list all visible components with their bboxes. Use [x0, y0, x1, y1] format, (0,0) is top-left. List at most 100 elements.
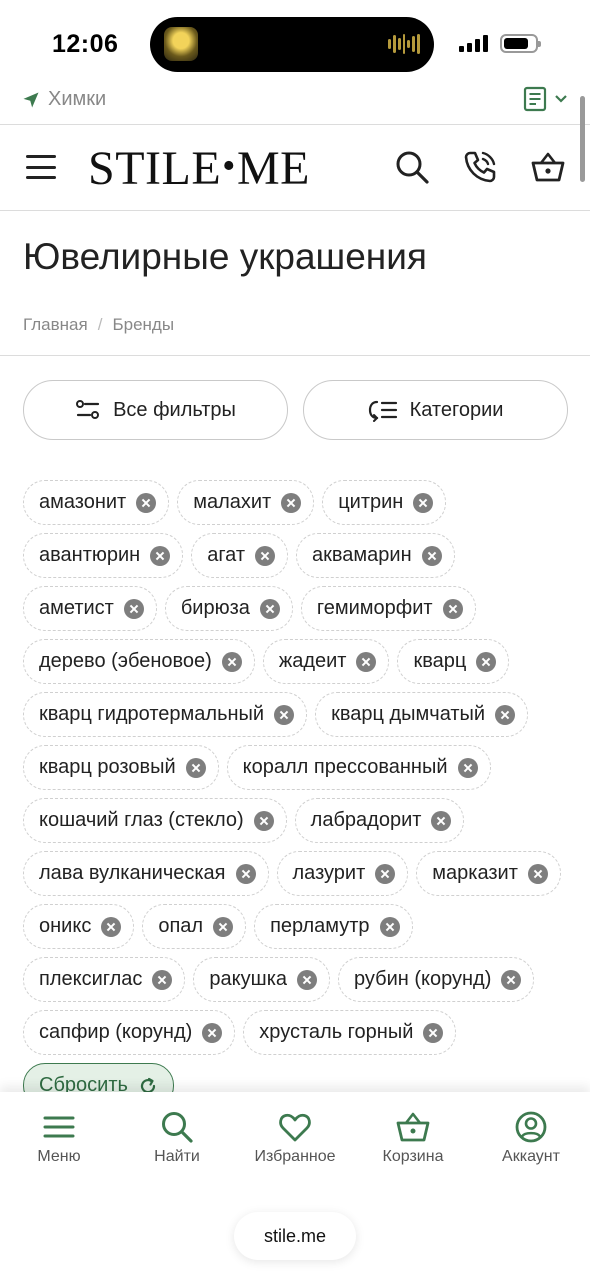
breadcrumb-brands-link[interactable]: Бренды: [112, 315, 174, 335]
remove-filter-icon[interactable]: [281, 492, 302, 513]
filter-chip[interactable]: коралл прессованный: [226, 745, 491, 790]
categories-button[interactable]: Категории: [303, 380, 568, 440]
remove-filter-icon[interactable]: [213, 916, 234, 937]
filter-chip[interactable]: перламутр: [254, 904, 413, 949]
remove-filter-icon[interactable]: [421, 545, 442, 566]
remove-filter-icon[interactable]: [297, 969, 317, 990]
filter-chip[interactable]: кварц розовый: [23, 745, 219, 790]
filter-chip[interactable]: рубин (корунд): [338, 957, 535, 1002]
site-logo[interactable]: STILE•ME: [88, 141, 310, 196]
remove-filter-icon[interactable]: [356, 651, 377, 672]
filter-chip-label: бирюза: [180, 597, 250, 619]
all-filters-label: Все фильтры: [113, 398, 236, 421]
location-selector[interactable]: Химки: [22, 88, 106, 111]
bottom-navigation: Меню Найти Избранное Корзина Аккаунт sti…: [0, 1092, 590, 1280]
filter-chip[interactable]: оникс: [23, 904, 135, 949]
filter-chip[interactable]: лазурит: [276, 851, 409, 896]
remove-filter-icon[interactable]: [202, 1022, 223, 1043]
nav-cart[interactable]: Корзина: [354, 1110, 472, 1166]
nav-account[interactable]: Аккаунт: [472, 1110, 590, 1166]
remove-filter-icon[interactable]: [136, 492, 157, 513]
remove-filter-icon[interactable]: [442, 598, 463, 619]
filter-chip[interactable]: плексиглас: [23, 957, 186, 1002]
filter-chip-label: лабрадорит: [310, 809, 422, 831]
phone-call-icon[interactable]: [462, 149, 498, 185]
user-circle-icon: [515, 1111, 547, 1143]
remove-filter-icon[interactable]: [476, 651, 497, 672]
remove-filter-icon[interactable]: [235, 863, 256, 884]
remove-filter-icon[interactable]: [253, 810, 274, 831]
filter-chip[interactable]: дерево (эбеновое): [23, 639, 255, 684]
remove-filter-icon[interactable]: [221, 651, 242, 672]
search-icon[interactable]: [394, 149, 430, 185]
nav-menu[interactable]: Меню: [0, 1110, 118, 1166]
filter-chip[interactable]: хрусталь горный: [243, 1010, 457, 1055]
filter-chip-label: марказит: [432, 862, 518, 884]
remove-filter-icon[interactable]: [150, 545, 171, 566]
site-header: STILE•ME: [0, 125, 590, 210]
remove-filter-icon[interactable]: [259, 598, 280, 619]
filter-chip[interactable]: амазонит: [23, 480, 170, 525]
remove-filter-icon[interactable]: [457, 757, 478, 778]
filter-chip-label: лазурит: [292, 862, 366, 884]
filter-chip[interactable]: бирюза: [164, 586, 293, 631]
filter-chip[interactable]: марказит: [416, 851, 561, 896]
filter-chip-label: жадеит: [278, 650, 347, 672]
filter-chip[interactable]: авантюрин: [23, 533, 184, 578]
filter-chip[interactable]: кварц гидротермальный: [23, 692, 308, 737]
filter-chip-label: гемиморфит: [316, 597, 433, 619]
filter-chip[interactable]: кварц дымчатый: [315, 692, 529, 737]
nav-search[interactable]: Найти: [118, 1110, 236, 1166]
filter-chip[interactable]: гемиморфит: [300, 586, 476, 631]
filter-chip[interactable]: ракушка: [193, 957, 330, 1002]
document-menu-button[interactable]: [522, 86, 568, 112]
filter-chip[interactable]: жадеит: [262, 639, 390, 684]
browser-url-pill[interactable]: stile.me: [234, 1212, 356, 1260]
filter-sliders-icon: [76, 400, 100, 419]
remove-filter-icon[interactable]: [379, 916, 400, 937]
filter-chip-label: кварц: [413, 650, 467, 672]
remove-filter-icon[interactable]: [501, 969, 522, 990]
remove-filter-icon[interactable]: [495, 704, 516, 725]
remove-filter-icon[interactable]: [152, 969, 173, 990]
page-scrollbar[interactable]: [580, 96, 585, 182]
all-filters-button[interactable]: Все фильтры: [23, 380, 288, 440]
remove-filter-icon[interactable]: [255, 545, 276, 566]
remove-filter-icon[interactable]: [185, 757, 206, 778]
breadcrumb-home-link[interactable]: Главная: [23, 315, 88, 335]
location-arrow-icon: [23, 92, 39, 107]
divider: [0, 210, 590, 211]
filter-chip-label: аквамарин: [312, 544, 412, 566]
now-playing-artwork-icon: [164, 27, 198, 61]
filter-chip[interactable]: аквамарин: [296, 533, 455, 578]
filter-chip[interactable]: лабрадорит: [294, 798, 465, 843]
filter-chip[interactable]: агат: [191, 533, 289, 578]
breadcrumb: Главная / Бренды: [23, 315, 174, 335]
menu-burger-icon[interactable]: [26, 155, 56, 179]
nav-favorites[interactable]: Избранное: [236, 1110, 354, 1166]
filter-chip-label: цитрин: [338, 491, 404, 513]
filter-chip[interactable]: аметист: [23, 586, 157, 631]
filter-chip[interactable]: сапфир (корунд): [23, 1010, 236, 1055]
filter-chip-label: малахит: [193, 491, 272, 513]
filter-chip-label: ракушка: [209, 968, 287, 990]
filter-chip-label: кварц дымчатый: [331, 703, 486, 725]
filter-chip-label: опал: [158, 915, 204, 937]
remove-filter-icon[interactable]: [423, 1022, 444, 1043]
remove-filter-icon[interactable]: [431, 810, 452, 831]
remove-filter-icon[interactable]: [101, 916, 122, 937]
remove-filter-icon[interactable]: [274, 704, 295, 725]
basket-icon[interactable]: [530, 149, 566, 185]
remove-filter-icon[interactable]: [527, 863, 548, 884]
remove-filter-icon[interactable]: [123, 598, 144, 619]
remove-filter-icon[interactable]: [413, 492, 434, 513]
remove-filter-icon[interactable]: [375, 863, 396, 884]
filter-chip-label: авантюрин: [39, 544, 141, 566]
filter-chip[interactable]: цитрин: [322, 480, 447, 525]
filter-chip[interactable]: лава вулканическая: [23, 851, 269, 896]
filter-chip[interactable]: кошачий глаз (стекло): [23, 798, 287, 843]
filter-chip[interactable]: опал: [142, 904, 247, 949]
filter-chip[interactable]: малахит: [177, 480, 315, 525]
filter-chip[interactable]: кварц: [397, 639, 510, 684]
filter-chip-label: кварц гидротермальный: [39, 703, 265, 725]
